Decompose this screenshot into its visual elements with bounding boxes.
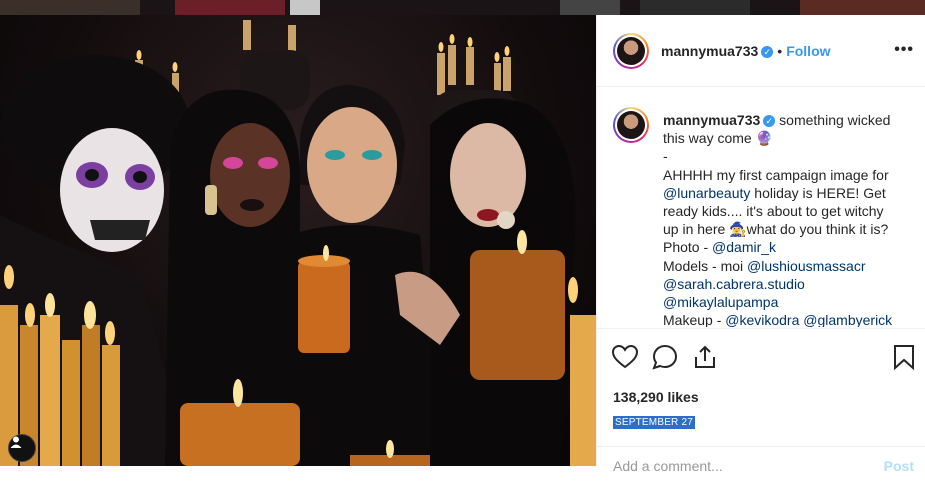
header-user-row: mannymua733 ✓ • Follow	[661, 43, 831, 61]
post-comment-button[interactable]: Post	[884, 458, 914, 474]
mention-link[interactable]: @sarah.cabrera.studio	[663, 276, 805, 292]
mention-link[interactable]: @lushiousmassacr	[747, 258, 865, 274]
caption-author-avatar[interactable]	[613, 107, 649, 143]
mention-link[interactable]: @kevikodra	[725, 312, 799, 327]
photo-illustration	[0, 20, 596, 466]
separator-dot: •	[777, 43, 783, 59]
photo-credit-label: Photo -	[663, 239, 713, 256]
tagged-users-button[interactable]	[8, 434, 36, 462]
mention-link[interactable]: @damir_k	[712, 239, 776, 255]
feed-thumbnail	[640, 0, 750, 15]
comment-icon[interactable]	[651, 343, 679, 371]
caption-text: mannymua733 ✓ something wicked this way c…	[663, 111, 903, 327]
feed-thumbnail	[800, 0, 925, 15]
feed-thumbnail	[560, 0, 620, 15]
author-avatar[interactable]	[613, 33, 649, 69]
background-feed-strip	[0, 0, 925, 15]
verified-badge-icon: ✓	[761, 45, 774, 58]
post-photo[interactable]	[0, 15, 596, 466]
verified-badge-icon: ✓	[763, 115, 776, 128]
caption-line: AHHHH my first campaign image for	[663, 166, 889, 183]
mention-link[interactable]: @glambyerick	[803, 312, 892, 327]
feed-thumbnail	[175, 0, 285, 15]
caption-line: -	[663, 148, 668, 165]
post-header: mannymua733 ✓ • Follow •••	[597, 15, 925, 87]
author-username[interactable]: mannymua733	[661, 43, 758, 59]
follow-button[interactable]: Follow	[786, 43, 830, 59]
more-options-icon[interactable]: •••	[894, 41, 914, 59]
mention-link[interactable]: @lunarbeauty	[663, 185, 750, 201]
comment-input[interactable]: Add a comment...	[613, 458, 723, 474]
feed-thumbnail	[0, 0, 140, 15]
comment-bar: Add a comment... Post	[597, 446, 925, 482]
models-credit-label: Models - moi	[663, 257, 748, 274]
caption-username[interactable]: mannymua733	[663, 112, 760, 128]
share-icon[interactable]	[691, 343, 719, 371]
post-side-panel: mannymua733 ✓ • Follow ••• mannymua733 ✓ som…	[596, 15, 925, 474]
makeup-credit-label: Makeup -	[663, 312, 726, 327]
person-icon	[10, 436, 22, 448]
heart-icon[interactable]	[611, 343, 639, 371]
feed-thumbnail	[290, 0, 320, 15]
mention-link[interactable]: @mikaylalupampa	[663, 294, 778, 310]
post-date[interactable]: SEPTEMBER 27	[613, 416, 695, 429]
caption-area: mannymua733 ✓ something wicked this way c…	[597, 87, 925, 327]
likes-count[interactable]: 138,290 likes	[613, 389, 699, 405]
bookmark-icon[interactable]	[890, 343, 918, 371]
post-actions: 138,290 likes SEPTEMBER 27 Add a comment…	[597, 328, 925, 474]
